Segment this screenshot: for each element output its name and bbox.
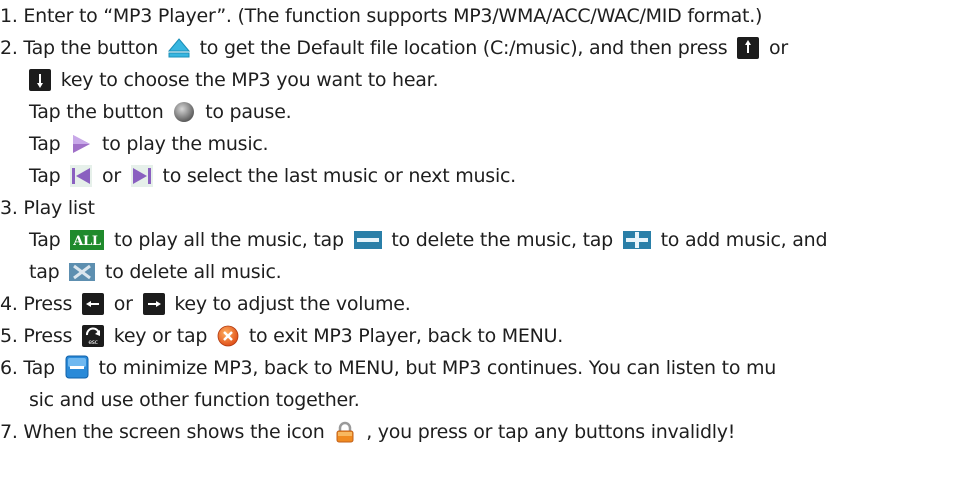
playlist-text-d: to add music, and bbox=[660, 229, 828, 251]
exit-icon bbox=[217, 325, 239, 347]
line-7: 3. Play list bbox=[0, 192, 95, 224]
skip-text-c: to select the last music or next music. bbox=[162, 165, 517, 187]
right-arrow-key-icon bbox=[142, 293, 165, 315]
line-10: 4. Press or key to adjust the volume. bbox=[0, 288, 411, 320]
line-3: key to choose the MP3 you want to hear. bbox=[29, 64, 439, 96]
pause-text-a: Tap the button bbox=[29, 101, 164, 123]
playlist-text-b: to play all the music, tap bbox=[114, 229, 344, 251]
playlist-text-a: Tap bbox=[29, 229, 61, 251]
step-5-text-b: key or tap bbox=[113, 325, 208, 347]
step-5-text-c: to exit MP3 Player, back to MENU. bbox=[248, 325, 564, 347]
step-2-text-c: or bbox=[769, 37, 788, 59]
step-6-text-b: to minimize MP3, back to MENU, but MP3 c… bbox=[98, 357, 777, 379]
minimize-icon bbox=[65, 355, 89, 379]
step-4-text-a: 4. Press bbox=[0, 293, 73, 315]
step-6-text-a: 6. Tap bbox=[0, 357, 55, 379]
minus-icon bbox=[353, 229, 382, 251]
skip-text-b: or bbox=[102, 165, 121, 187]
down-arrow-key-icon bbox=[29, 69, 51, 91]
line-12: 6. Tap to minimize MP3, back to MENU, bu… bbox=[0, 352, 776, 384]
previous-icon bbox=[70, 165, 93, 187]
up-arrow-key-icon bbox=[737, 37, 760, 59]
step-5-text-a: 5. Press bbox=[0, 325, 73, 347]
left-arrow-key-icon bbox=[81, 293, 104, 315]
delete-all-icon bbox=[69, 261, 96, 283]
play-icon bbox=[70, 133, 92, 155]
line-5: Tap to play the music. bbox=[29, 128, 269, 160]
playlist-text-e: tap bbox=[29, 261, 60, 283]
all-icon: ALL bbox=[70, 229, 105, 251]
line-2: 2. Tap the button to get the Default fil… bbox=[0, 32, 788, 64]
line-8: Tap ALL to play all the music, tap to de… bbox=[29, 224, 828, 256]
step-4-text-b: or bbox=[113, 293, 133, 315]
eject-icon bbox=[167, 37, 190, 59]
step-4-text-c: key to adjust the volume. bbox=[174, 293, 411, 315]
play-text-a: Tap bbox=[29, 133, 61, 155]
skip-text-a: Tap bbox=[29, 165, 61, 187]
step-1-text: 1. Enter to “MP3 Player”. (The function … bbox=[0, 5, 763, 27]
playlist-text-c: to delete the music, tap bbox=[391, 229, 613, 251]
line-4: Tap the button to pause. bbox=[29, 96, 292, 128]
svg-text:ALL: ALL bbox=[72, 234, 101, 249]
play-text-b: to play the music. bbox=[102, 133, 269, 155]
line-13: sic and use other function together. bbox=[29, 384, 360, 416]
line-14: 7. When the screen shows the icon , you … bbox=[0, 416, 735, 448]
step-2-text-d: key to choose the MP3 you want to hear. bbox=[60, 69, 439, 91]
line-9: tap to delete all music. bbox=[29, 256, 282, 288]
next-icon bbox=[130, 165, 153, 187]
pause-text-b: to pause. bbox=[205, 101, 292, 123]
svg-text:esc: esc bbox=[88, 339, 97, 346]
step-2-text-b: to get the Default file location (C:/mus… bbox=[199, 37, 728, 59]
line-1: 1. Enter to “MP3 Player”. (The function … bbox=[0, 0, 762, 32]
line-11: 5. Press esc key or tap to exit MP3 Play… bbox=[0, 320, 563, 352]
plus-icon bbox=[622, 229, 651, 251]
esc-key-icon: esc bbox=[81, 325, 104, 347]
playlist-text-f: to delete all music. bbox=[105, 261, 282, 283]
step-7-text-b: , you press or tap any buttons invalidly… bbox=[366, 421, 736, 443]
step-2-text-a: 2. Tap the button bbox=[0, 37, 159, 59]
lock-icon bbox=[334, 421, 356, 443]
pause-icon bbox=[173, 101, 195, 123]
step-3-heading: 3. Play list bbox=[0, 197, 95, 219]
line-6: Tap or to select the last music or next … bbox=[29, 160, 516, 192]
step-6-text-c: sic and use other function together. bbox=[29, 389, 360, 411]
step-7-text-a: 7. When the screen shows the icon bbox=[0, 421, 325, 443]
